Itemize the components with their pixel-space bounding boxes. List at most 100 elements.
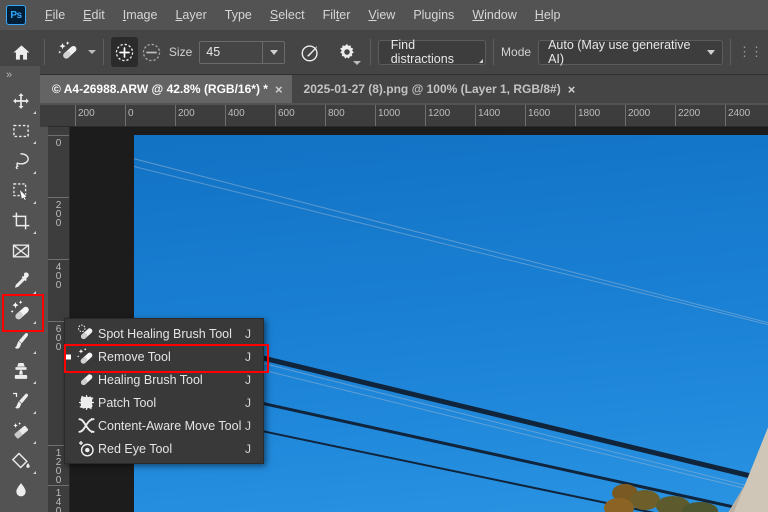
tool-remove[interactable] bbox=[2, 294, 44, 332]
brush-size-field[interactable] bbox=[199, 40, 286, 64]
menu-item-label: Remove Tool bbox=[98, 349, 171, 364]
menu-item-spot-healing-brush-tool[interactable]: Spot Healing Brush Tool J bbox=[65, 322, 263, 345]
minus-circle-icon bbox=[142, 43, 161, 61]
menu-item-red-eye-tool[interactable]: Red Eye Tool J bbox=[65, 437, 263, 460]
menu-plugins[interactable]: Plugins bbox=[404, 5, 463, 25]
chevron-down-icon bbox=[707, 49, 716, 55]
tool-preset-caret-icon bbox=[87, 50, 96, 54]
ruler-label: 2400 bbox=[728, 108, 751, 119]
ruler-label: 200 bbox=[78, 108, 95, 119]
ruler-label: 2200 bbox=[678, 108, 701, 119]
menu-select[interactable]: Select bbox=[261, 5, 314, 25]
tool-history-brush[interactable] bbox=[4, 386, 38, 416]
ruler-label: 600 bbox=[278, 108, 295, 119]
find-distractions-button[interactable]: Find distractions bbox=[377, 38, 487, 66]
current-tool-indicator bbox=[66, 354, 71, 359]
document-tab-title: 2025-01-27 (8).png @ 100% (Layer 1, RGB/… bbox=[303, 82, 561, 96]
mode-value: Auto (May use generative AI) bbox=[548, 38, 691, 66]
tool-flyout-triangle-icon bbox=[33, 108, 36, 114]
settings-caret-icon bbox=[352, 61, 361, 65]
tree-foliage bbox=[604, 458, 752, 512]
menu-item-patch-tool[interactable]: Patch Tool J bbox=[65, 391, 263, 414]
find-distractions-caret-icon bbox=[479, 55, 484, 63]
menu-window[interactable]: Window bbox=[463, 5, 525, 25]
menu-bar: Ps File Edit Image Layer Type Select Fil… bbox=[0, 0, 768, 30]
menu-item-label: Red Eye Tool bbox=[98, 441, 173, 456]
menu-filter[interactable]: Filter bbox=[314, 5, 360, 25]
horizontal-ruler[interactable]: 200 0 200 400 600 800 1000 1200 1400 1600 1800 2000… bbox=[48, 105, 768, 127]
ruler-tick bbox=[48, 135, 69, 136]
menu-edit[interactable]: Edit bbox=[74, 5, 114, 25]
move-icon bbox=[13, 93, 29, 109]
remove-tool-icon bbox=[10, 300, 29, 320]
tool-gradient[interactable] bbox=[4, 446, 38, 476]
home-icon bbox=[13, 44, 30, 60]
brush-size-input[interactable] bbox=[200, 41, 263, 63]
ruler-label: 600 bbox=[53, 324, 64, 351]
lasso-icon bbox=[15, 153, 29, 170]
options-divider-3 bbox=[369, 39, 371, 65]
brush-icon bbox=[14, 332, 29, 349]
scrubby-handle-icon[interactable]: ⋮⋮ bbox=[738, 44, 763, 60]
tool-flyout-triangle-icon bbox=[33, 198, 36, 204]
tool-brush[interactable] bbox=[4, 326, 38, 356]
tool-preset-picker[interactable] bbox=[52, 35, 96, 69]
menu-item-shortcut: J bbox=[245, 326, 251, 341]
tool-eyedropper[interactable] bbox=[4, 266, 38, 296]
menu-item-remove-tool[interactable]: Remove Tool J bbox=[64, 344, 269, 373]
paint-bucket-icon bbox=[11, 452, 30, 469]
patch-icon bbox=[74, 393, 98, 413]
ruler-label: 2000 bbox=[628, 108, 651, 119]
document-tab-0[interactable]: © A4-26988.ARW @ 42.8% (RGB/16*) * × bbox=[40, 75, 292, 103]
menu-help[interactable]: Help bbox=[526, 5, 570, 25]
close-icon[interactable]: × bbox=[275, 83, 283, 96]
tool-flyout-menu[interactable]: Spot Healing Brush Tool J Remove Tool J … bbox=[64, 318, 269, 464]
crop-icon bbox=[12, 212, 30, 230]
add-to-selection-button[interactable] bbox=[110, 37, 138, 67]
tool-flyout-triangle-icon bbox=[33, 348, 36, 354]
quick-select-icon bbox=[13, 183, 28, 201]
blur-drop-icon bbox=[16, 483, 26, 497]
menu-item-shortcut: J bbox=[245, 349, 251, 364]
close-icon[interactable]: × bbox=[568, 83, 576, 96]
menu-item-label: Patch Tool bbox=[98, 395, 157, 410]
subtract-from-selection-button[interactable] bbox=[138, 37, 165, 67]
menu-type[interactable]: Type bbox=[216, 5, 261, 25]
mode-select[interactable]: Auto (May use generative AI) bbox=[538, 38, 724, 66]
menu-item-healing-brush-tool[interactable]: Healing Brush Tool J bbox=[65, 368, 263, 391]
menu-item-label: Healing Brush Tool bbox=[98, 372, 203, 387]
menu-file[interactable]: File bbox=[36, 5, 74, 25]
menu-item-label: Spot Healing Brush Tool bbox=[98, 326, 232, 341]
tool-object-selection[interactable] bbox=[4, 176, 38, 206]
chevron-double-right-icon[interactable]: » bbox=[0, 66, 40, 85]
tool-move[interactable] bbox=[4, 86, 38, 116]
tool-lasso[interactable] bbox=[4, 146, 38, 176]
menu-view[interactable]: View bbox=[359, 5, 404, 25]
pressure-size-button[interactable] bbox=[295, 35, 326, 69]
ruler-label: 200 bbox=[53, 200, 64, 227]
tool-rectangular-marquee[interactable] bbox=[4, 116, 38, 146]
tool-eraser[interactable] bbox=[4, 416, 38, 446]
menu-item-content-aware-move-tool[interactable]: Content-Aware Move Tool J bbox=[65, 414, 263, 437]
menu-item-shortcut: J bbox=[245, 395, 251, 410]
tool-frame[interactable] bbox=[4, 236, 38, 266]
ruler-label: 1200 bbox=[428, 108, 451, 119]
gear-icon bbox=[340, 43, 355, 59]
tool-flyout-triangle-icon bbox=[33, 378, 36, 384]
tool-crop[interactable] bbox=[4, 206, 38, 236]
home-button[interactable] bbox=[6, 35, 37, 69]
menu-layer[interactable]: Layer bbox=[166, 5, 215, 25]
tool-blur[interactable] bbox=[4, 476, 38, 506]
tool-settings-button[interactable] bbox=[332, 35, 363, 69]
options-divider-5 bbox=[730, 39, 731, 65]
ruler-tick bbox=[48, 485, 69, 486]
brush-size-dropdown-button[interactable] bbox=[262, 41, 284, 63]
document-tab-1[interactable]: 2025-01-27 (8).png @ 100% (Layer 1, RGB/… bbox=[291, 75, 585, 103]
healing-brush-icon bbox=[74, 370, 98, 390]
menu-item-shortcut: J bbox=[245, 441, 251, 456]
ruler-label: 1000 bbox=[378, 108, 401, 119]
tools-panel bbox=[2, 86, 44, 512]
tool-clone-stamp[interactable] bbox=[4, 356, 38, 386]
ruler-label: 200 bbox=[178, 108, 195, 119]
menu-image[interactable]: Image bbox=[114, 5, 167, 25]
